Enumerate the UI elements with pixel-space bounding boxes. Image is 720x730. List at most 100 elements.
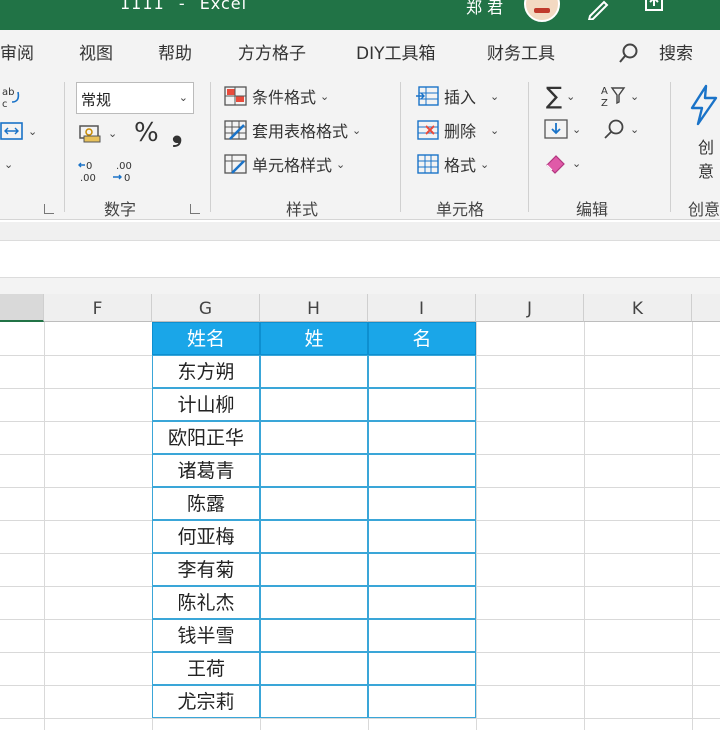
- format-as-table-button[interactable]: 套用表格格式 ⌄: [224, 118, 361, 142]
- table-cell-name[interactable]: 何亚梅: [152, 520, 260, 553]
- alignment-dialog-launcher[interactable]: [44, 204, 54, 214]
- find-select-button[interactable]: ⌄: [602, 118, 639, 140]
- table-cell-given-name[interactable]: [368, 454, 476, 487]
- table-cell-name[interactable]: 尤宗莉: [152, 685, 260, 718]
- conditional-format-button[interactable]: 条件格式 ⌄: [224, 84, 329, 108]
- table-cell-name[interactable]: 李有菊: [152, 553, 260, 586]
- table-cell-surname[interactable]: [260, 652, 368, 685]
- search-icon[interactable]: [618, 42, 640, 64]
- table-cell-given-name[interactable]: [368, 619, 476, 652]
- table-cell-name[interactable]: 钱半雪: [152, 619, 260, 652]
- fill-button[interactable]: ⌄: [544, 118, 581, 140]
- column-header-h[interactable]: H: [260, 294, 368, 322]
- table-cell-given-name[interactable]: [368, 421, 476, 454]
- svg-text:c: c: [2, 99, 8, 110]
- svg-text:0: 0: [86, 161, 92, 172]
- table-cell-name[interactable]: 东方朔: [152, 355, 260, 388]
- table-cell-name[interactable]: 欧阳正华: [152, 421, 260, 454]
- tab-help[interactable]: 帮助: [158, 39, 192, 64]
- tab-view[interactable]: 视图: [79, 39, 113, 64]
- pen-icon[interactable]: [586, 0, 612, 20]
- table-cell-given-name[interactable]: [368, 553, 476, 586]
- group-divider: [670, 82, 671, 212]
- chevron-down-icon: ⌄: [566, 89, 576, 103]
- table-header-given-name[interactable]: 名: [368, 322, 476, 355]
- table-cell-given-name[interactable]: [368, 586, 476, 619]
- percent-style-button[interactable]: %: [134, 118, 159, 148]
- delete-cells-button[interactable]: 删除 ⌄: [416, 118, 499, 142]
- column-header-i[interactable]: I: [368, 294, 476, 322]
- sum-icon: ∑: [546, 82, 563, 110]
- clear-button[interactable]: ⌄: [544, 152, 581, 174]
- group-divider: [64, 82, 65, 212]
- chevron-down-icon: ⌄: [630, 122, 640, 136]
- autosum-button[interactable]: ∑ ⌄: [546, 82, 575, 110]
- table-cell-name[interactable]: 陈露: [152, 487, 260, 520]
- conditional-format-label: 条件格式: [252, 88, 317, 107]
- accounting-icon: [79, 125, 101, 143]
- format-cells-button[interactable]: 格式 ⌄: [416, 152, 489, 176]
- table-cell-surname[interactable]: [260, 586, 368, 619]
- tab-search[interactable]: 搜索: [659, 39, 693, 64]
- tab-fangfang-gezi[interactable]: 方方格子: [238, 39, 306, 64]
- svg-text:.00: .00: [80, 173, 96, 184]
- user-avatar[interactable]: [524, 0, 560, 22]
- decrease-decimal-button[interactable]: .00 0: [110, 158, 138, 184]
- grid-line: [584, 322, 585, 730]
- column-header-j[interactable]: J: [476, 294, 584, 322]
- table-cell-given-name[interactable]: [368, 487, 476, 520]
- accounting-format-button[interactable]: ⌄: [78, 122, 117, 144]
- orientation-button[interactable]: ⌄: [0, 158, 13, 171]
- table-cell-name[interactable]: 计山柳: [152, 388, 260, 421]
- number-dialog-launcher[interactable]: [190, 204, 200, 214]
- table-cell-surname[interactable]: [260, 388, 368, 421]
- cell-styles-button[interactable]: 单元格样式 ⌄: [224, 152, 345, 176]
- table-cell-name[interactable]: 陈礼杰: [152, 586, 260, 619]
- insert-cells-button[interactable]: 插入 ⌄: [416, 84, 499, 108]
- table-header-surname[interactable]: 姓: [260, 322, 368, 355]
- tab-review[interactable]: 审阅: [0, 39, 34, 64]
- formula-bar[interactable]: [0, 240, 720, 278]
- column-header-f[interactable]: F: [44, 294, 152, 322]
- column-header-l[interactable]: [692, 294, 720, 322]
- table-cell-surname[interactable]: [260, 421, 368, 454]
- svg-text:A: A: [601, 86, 608, 97]
- table-cell-given-name[interactable]: [368, 685, 476, 718]
- table-cell-given-name[interactable]: [368, 388, 476, 421]
- table-header-full-name[interactable]: 姓名: [152, 322, 260, 355]
- ideas-button[interactable]: [686, 84, 720, 126]
- merge-center-button[interactable]: ⌄: [0, 120, 37, 142]
- table-cell-name[interactable]: 诸葛青: [152, 454, 260, 487]
- user-name[interactable]: 郑 君: [466, 0, 503, 18]
- format-cells-label: 格式: [444, 156, 477, 175]
- table-cell-given-name[interactable]: [368, 355, 476, 388]
- group-divider: [210, 82, 211, 212]
- grid-line: [44, 322, 45, 730]
- wrap-text-button[interactable]: ab c: [0, 84, 24, 110]
- column-header-k[interactable]: K: [584, 294, 692, 322]
- table-cell-surname[interactable]: [260, 454, 368, 487]
- table-cell-given-name[interactable]: [368, 652, 476, 685]
- table-cell-given-name[interactable]: [368, 520, 476, 553]
- column-header-g[interactable]: G: [152, 294, 260, 322]
- increase-decimal-button[interactable]: 0 .00: [78, 158, 106, 184]
- insert-cells-label: 插入: [444, 88, 477, 107]
- table-cell-surname[interactable]: [260, 685, 368, 718]
- sort-filter-button[interactable]: A Z ⌄: [600, 84, 639, 108]
- table-cell-name[interactable]: 王荷: [152, 652, 260, 685]
- table-cell-surname[interactable]: [260, 355, 368, 388]
- tab-finance-tools[interactable]: 财务工具: [487, 39, 555, 64]
- table-cell-surname[interactable]: [260, 487, 368, 520]
- table-cell-surname[interactable]: [260, 619, 368, 652]
- comma-style-button[interactable]: ❟: [172, 118, 182, 149]
- table-cell-surname[interactable]: [260, 553, 368, 586]
- sort-filter-icon: A Z: [601, 86, 626, 108]
- chevron-down-icon: ⌄: [108, 126, 118, 140]
- worksheet-grid[interactable]: 姓名 姓 名 东方朔 计山柳 欧阳正华 诸葛青 陈露 何亚梅 李有菊 陈礼杰 钱…: [0, 322, 720, 730]
- table-cell-surname[interactable]: [260, 520, 368, 553]
- restore-window-icon[interactable]: [642, 0, 666, 14]
- number-format-select[interactable]: 常规 ⌄: [76, 82, 194, 114]
- tab-diy-toolbox[interactable]: DIY工具箱: [356, 39, 436, 64]
- ribbon-gap: [0, 222, 720, 240]
- column-header-e[interactable]: [0, 294, 44, 322]
